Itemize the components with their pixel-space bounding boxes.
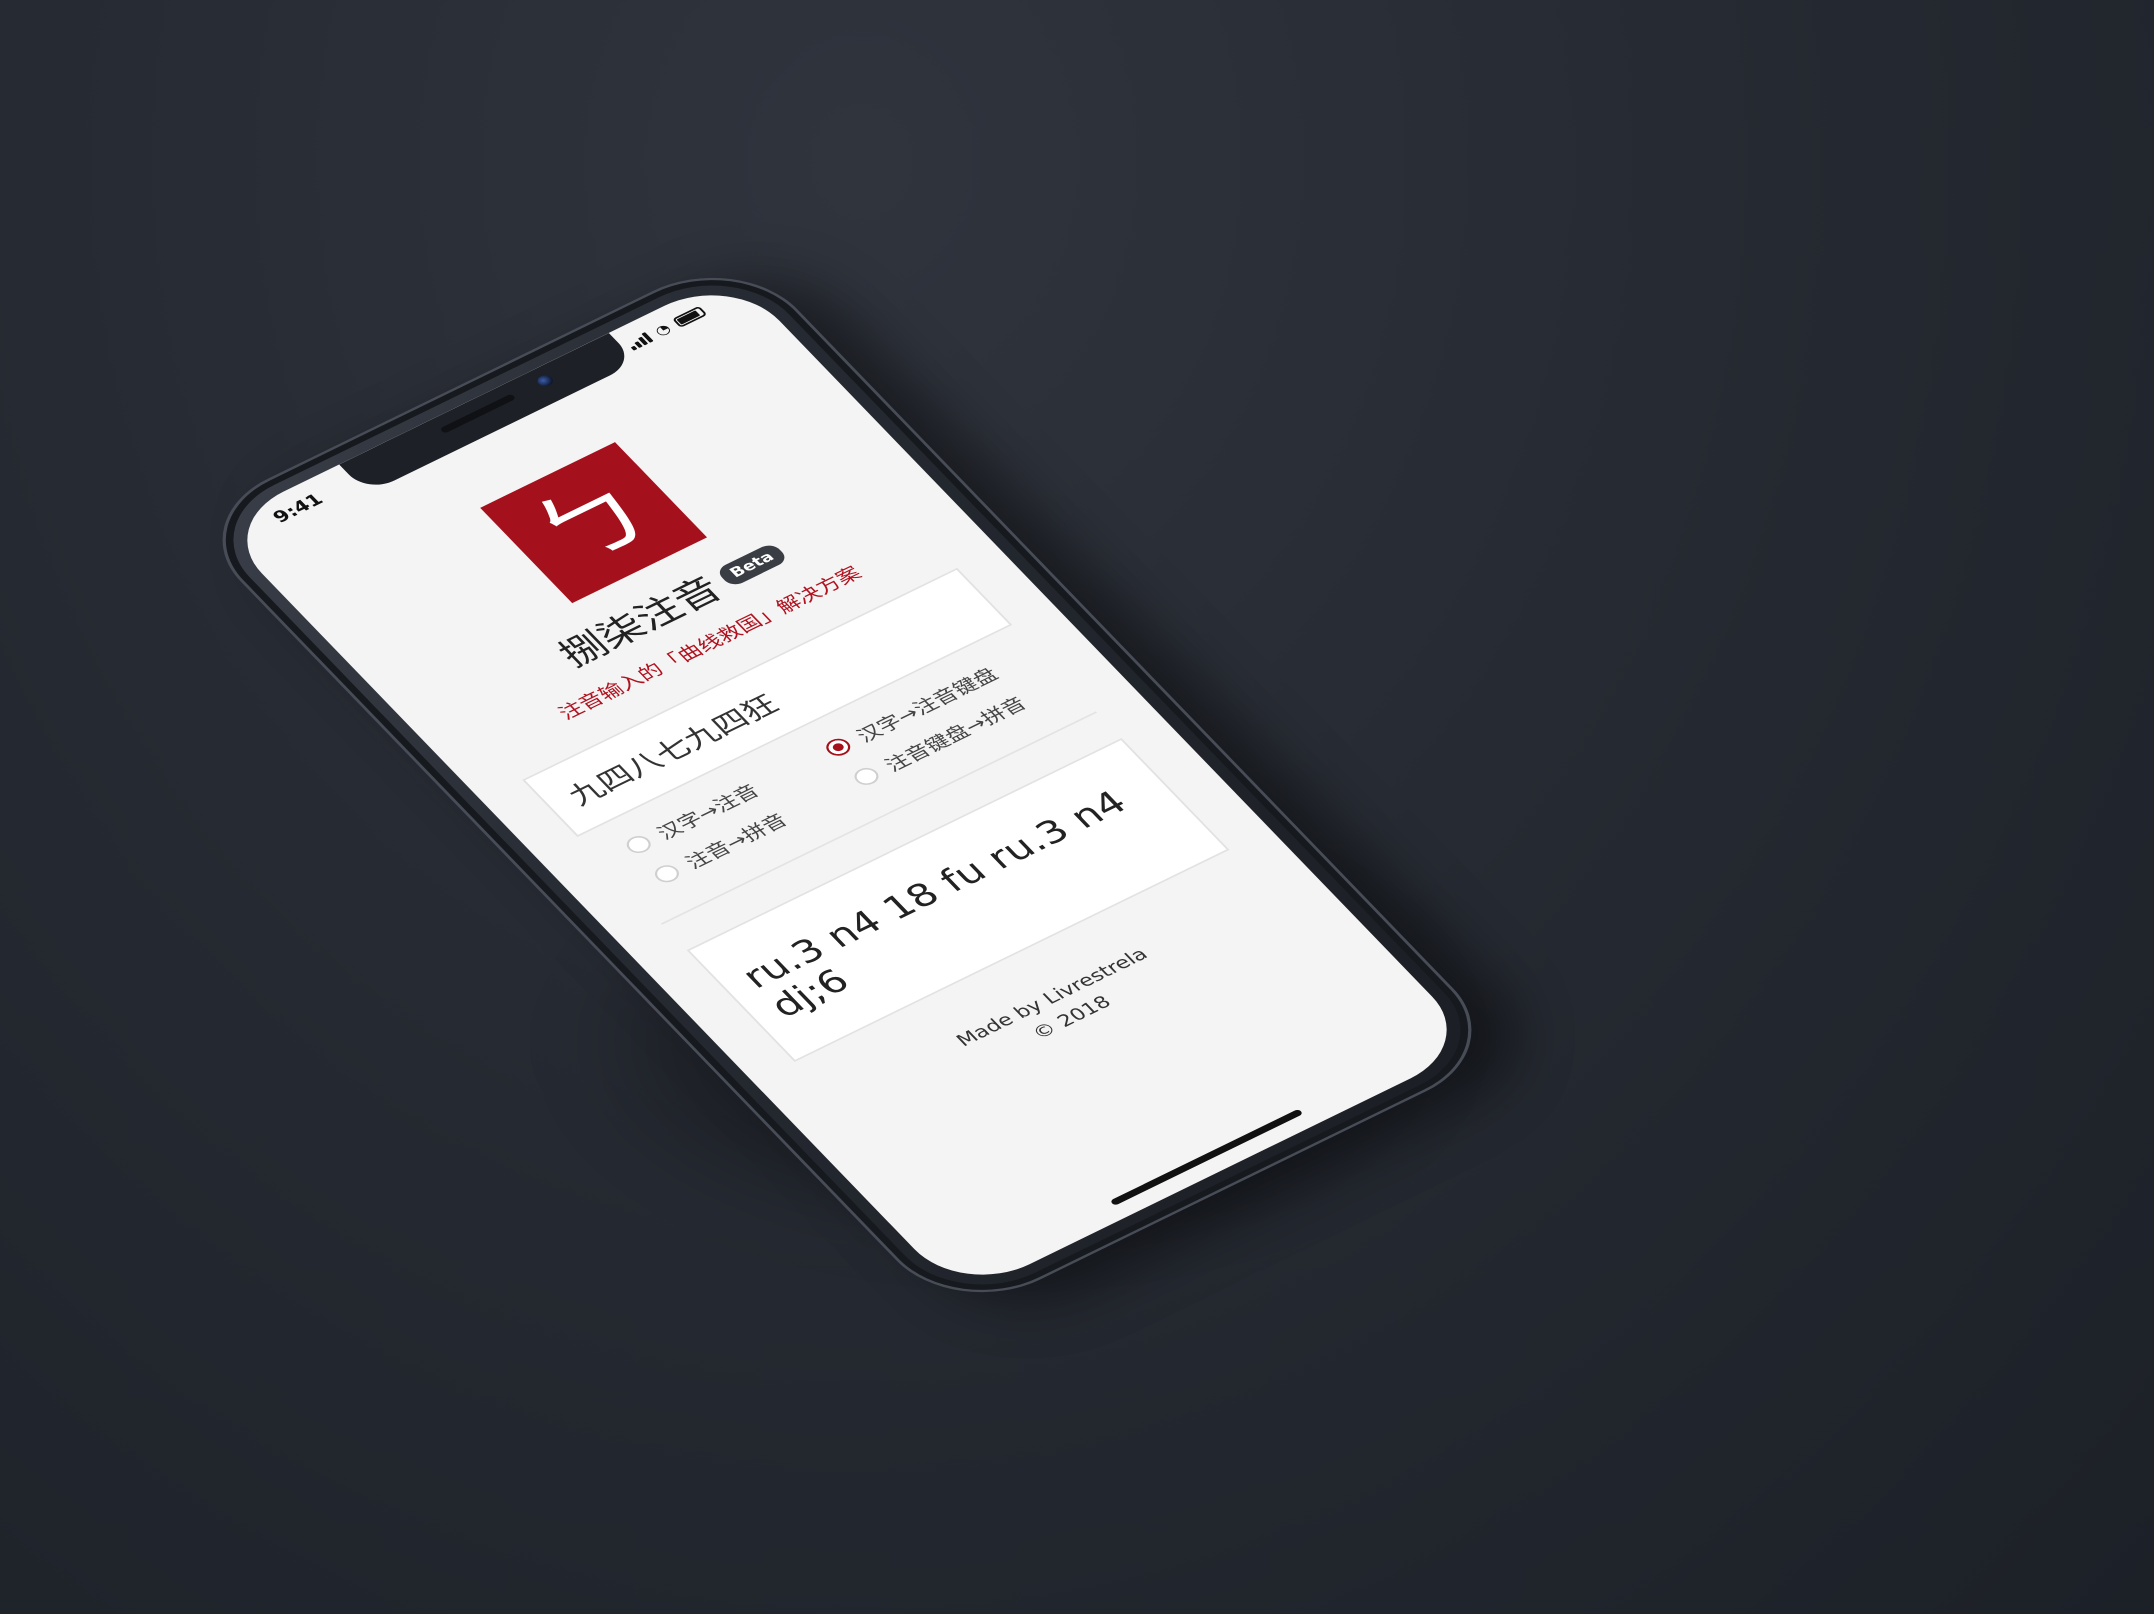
status-icons: ◔ (625, 305, 708, 351)
mode-radio-2[interactable] (650, 861, 684, 886)
mode-radio-0[interactable] (622, 832, 656, 857)
phone-screen: 9:41 ◔ ㄅ 捌柒注音 Beta 注音输入的「曲线救国」解决方案 九四八七九… (215, 272, 1479, 1298)
battery-icon (671, 305, 708, 328)
signal-icon (625, 332, 654, 351)
main-content: ㄅ 捌柒注音 Beta 注音输入的「曲线救国」解决方案 九四八七九四狂 汉字→注… (289, 349, 1340, 1154)
status-time: 9:41 (268, 489, 328, 527)
mode-radio-3[interactable] (849, 764, 884, 789)
wifi-icon: ◔ (650, 320, 675, 339)
logo-glyph: ㄅ (509, 461, 678, 585)
beta-badge: Beta (714, 541, 790, 588)
mode-radio-1[interactable] (821, 735, 855, 760)
